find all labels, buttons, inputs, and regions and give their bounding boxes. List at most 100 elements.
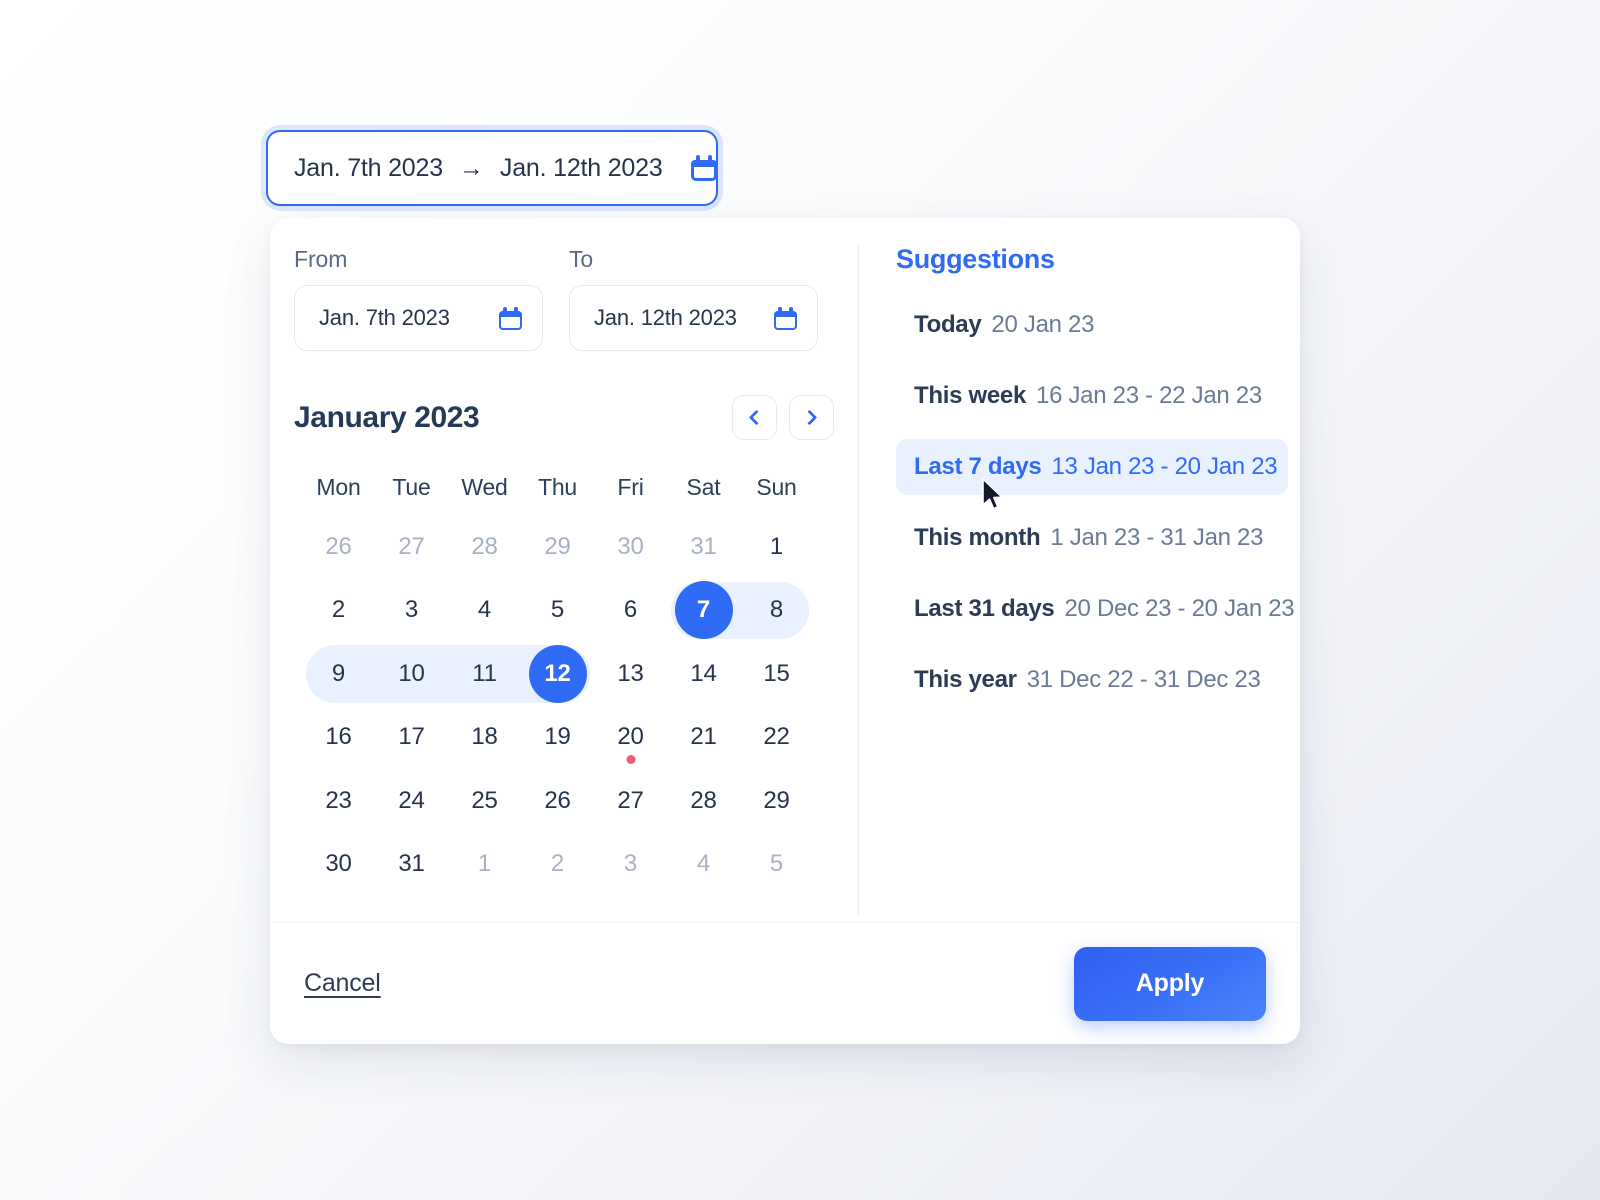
calendar-day[interactable]: 19 xyxy=(521,706,594,770)
weekday-tue: Tue xyxy=(392,474,431,500)
cancel-button[interactable]: Cancel xyxy=(304,969,381,998)
chevron-right-icon xyxy=(801,409,818,426)
date-range-picker-panel: From Jan. 7th 2023 To Jan. 12th 2023 Jan… xyxy=(270,218,1300,1044)
suggestion-label: This month xyxy=(914,524,1041,551)
to-input[interactable]: Jan. 12th 2023 xyxy=(569,285,818,351)
calendar-day[interactable]: 3 xyxy=(594,833,667,897)
date-range-trigger-wrap: Jan. 7th 2023 → Jan. 12th 2023 xyxy=(266,130,718,206)
calendar-day[interactable]: 14 xyxy=(667,642,740,706)
next-month-button[interactable] xyxy=(789,395,834,440)
calendar-day[interactable]: 11 xyxy=(448,642,521,706)
calendar-header: January 2023 xyxy=(294,395,858,440)
to-field-group: To Jan. 12th 2023 xyxy=(569,246,818,351)
calendar-day[interactable]: 13 xyxy=(594,642,667,706)
calendar-week-row: 9101112131415 xyxy=(294,642,858,706)
calendar-day[interactable]: 10 xyxy=(375,642,448,706)
calendar-day[interactable]: 1 xyxy=(448,833,521,897)
trigger-start-date: Jan. 7th 2023 xyxy=(294,153,443,182)
calendar-day[interactable]: 30 xyxy=(594,515,667,579)
calendar-icon[interactable] xyxy=(690,155,717,181)
calendar-day[interactable]: 31 xyxy=(375,833,448,897)
calendar-week-row: 30 31 1 2 3 4 5 xyxy=(294,833,858,897)
calendar-day[interactable]: 17 xyxy=(375,706,448,770)
to-label: To xyxy=(569,246,594,272)
selected-day-pill xyxy=(528,644,587,703)
suggestion-range: 31 Dec 22 - 31 Dec 23 xyxy=(1026,666,1261,693)
date-range-trigger[interactable]: Jan. 7th 2023 → Jan. 12th 2023 xyxy=(266,130,718,206)
suggestion-label: This year xyxy=(914,666,1017,693)
suggestion-label: This week xyxy=(914,382,1027,409)
calendar-day[interactable]: 29 xyxy=(740,769,813,833)
suggestion-item-last-7-days[interactable]: Last 7 days 13 Jan 23 - 20 Jan 23 xyxy=(896,439,1288,495)
calendar-day[interactable]: 3 xyxy=(375,579,448,643)
suggestion-item-this-month[interactable]: This month 1 Jan 23 - 31 Jan 23 xyxy=(896,510,1288,566)
calendar-day[interactable]: 24 xyxy=(375,769,448,833)
suggestions-pane: Suggestions Today 20 Jan 23 This week 16 Ja… xyxy=(858,218,1300,922)
suggestion-range: 20 Jan 23 xyxy=(991,311,1095,338)
calendar-day[interactable]: 28 xyxy=(448,515,521,579)
calendar-day[interactable]: 4 xyxy=(448,579,521,643)
calendar-day[interactable]: 27 xyxy=(594,769,667,833)
calendar-day[interactable]: 22 xyxy=(740,706,813,770)
calendar-grid: 2627282930311234567891011121314151617181… xyxy=(294,515,858,896)
calendar-day[interactable]: 20 xyxy=(594,706,667,770)
suggestion-item-last-31-days[interactable]: Last 31 days 20 Dec 23 - 20 Jan 23 xyxy=(896,581,1295,637)
calendar-day[interactable]: 2 xyxy=(521,833,594,897)
calendar-day[interactable]: 9 xyxy=(302,642,375,706)
suggestion-item-this-year[interactable]: This year 31 Dec 22 - 31 Dec 23 xyxy=(896,652,1288,708)
weekday-fri: Fri xyxy=(617,474,644,500)
from-field-group: From Jan. 7th 2023 xyxy=(294,246,543,351)
calendar-day[interactable]: 8 xyxy=(740,579,813,643)
calendar-day[interactable]: 23 xyxy=(302,769,375,833)
calendar-day[interactable]: 18 xyxy=(448,706,521,770)
pane-divider xyxy=(858,245,859,915)
calendar-day[interactable]: 2 xyxy=(302,579,375,643)
calendar-day[interactable]: 27 xyxy=(375,515,448,579)
suggestion-item-today[interactable]: Today 20 Jan 23 xyxy=(896,297,1288,353)
calendar-day[interactable]: 15 xyxy=(740,642,813,706)
calendar-day[interactable]: 5 xyxy=(521,579,594,643)
calendar-day[interactable]: 31 xyxy=(667,515,740,579)
calendar-day[interactable]: 26 xyxy=(302,515,375,579)
calendar-pane: From Jan. 7th 2023 To Jan. 12th 2023 Jan… xyxy=(270,218,858,922)
calendar-icon-bar xyxy=(690,160,717,167)
suggestion-label: Last 31 days xyxy=(914,595,1055,622)
calendar-day[interactable]: 16 xyxy=(302,706,375,770)
calendar-day[interactable]: 6 xyxy=(594,579,667,643)
chevron-left-icon xyxy=(748,409,765,426)
weekday-mon: Mon xyxy=(316,474,361,500)
calendar-day[interactable]: 7 xyxy=(667,579,740,643)
today-indicator-dot xyxy=(626,755,635,764)
apply-button[interactable]: Apply xyxy=(1074,946,1266,1021)
calendar-week-row: 2345678 xyxy=(294,579,858,643)
from-calendar-icon[interactable] xyxy=(499,306,522,330)
calendar-day[interactable]: 29 xyxy=(521,515,594,579)
calendar-day[interactable]: 4 xyxy=(667,833,740,897)
suggestion-label: Last 7 days xyxy=(914,453,1042,480)
suggestion-item-this-week[interactable]: This week 16 Jan 23 - 22 Jan 23 xyxy=(896,368,1288,424)
calendar-week-row: 23 24 25 26 27 28 29 xyxy=(294,769,858,833)
selected-day-pill xyxy=(674,581,733,640)
calendar-day[interactable]: 28 xyxy=(667,769,740,833)
prev-month-button[interactable] xyxy=(732,395,777,440)
weekday-sun: Sun xyxy=(756,474,797,500)
calendar-day[interactable]: 26 xyxy=(521,769,594,833)
to-calendar-icon[interactable] xyxy=(774,306,797,330)
calendar-day[interactable]: 25 xyxy=(448,769,521,833)
suggestion-range: 1 Jan 23 - 31 Jan 23 xyxy=(1050,524,1264,551)
weekday-header-row: Mon Tue Wed Thu Fri Sat Sun xyxy=(294,474,858,501)
suggestion-range: 20 Dec 23 - 20 Jan 23 xyxy=(1064,595,1295,622)
month-title: January 2023 xyxy=(294,400,480,434)
weekday-wed: Wed xyxy=(461,474,508,500)
suggestion-range: 16 Jan 23 - 22 Jan 23 xyxy=(1036,382,1262,409)
calendar-day[interactable]: 1 xyxy=(740,515,813,579)
picker-body: From Jan. 7th 2023 To Jan. 12th 2023 Jan… xyxy=(270,218,1300,922)
from-calendar-icon-bar xyxy=(499,310,522,317)
calendar-day[interactable]: 5 xyxy=(740,833,813,897)
suggestions-title: Suggestions xyxy=(896,244,1055,274)
calendar-day[interactable]: 12 xyxy=(521,642,594,706)
from-input[interactable]: Jan. 7th 2023 xyxy=(294,285,543,351)
calendar-day[interactable]: 21 xyxy=(667,706,740,770)
calendar-day[interactable]: 30 xyxy=(302,833,375,897)
suggestion-label: Today xyxy=(914,311,982,338)
